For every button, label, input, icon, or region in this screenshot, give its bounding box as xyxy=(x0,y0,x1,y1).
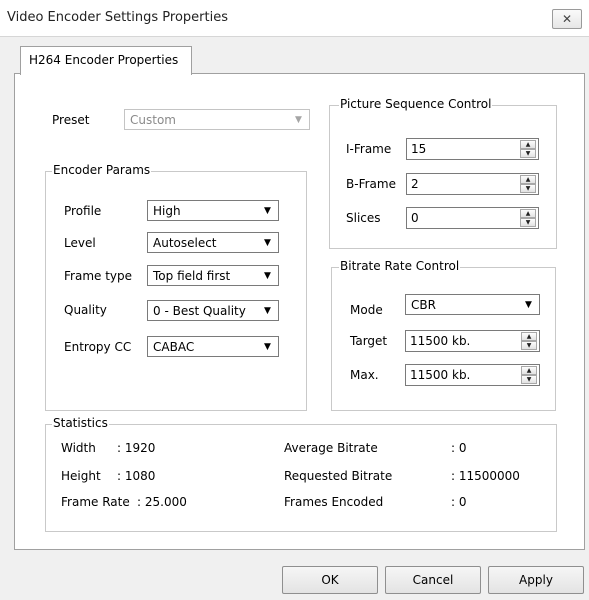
frames-encoded-label: Frames Encoded xyxy=(284,495,384,509)
level-value: Autoselect xyxy=(153,236,217,250)
spin-up-icon[interactable]: ▲ xyxy=(520,175,536,184)
spin-down-icon[interactable]: ▼ xyxy=(520,184,536,193)
spin-buttons[interactable]: ▲ ▼ xyxy=(520,175,536,193)
requested-bitrate-value: : 11500000 xyxy=(451,469,520,483)
frame-type-select[interactable]: Top field first ▼ xyxy=(147,265,279,286)
mode-label: Mode xyxy=(350,303,383,317)
spin-up-icon[interactable]: ▲ xyxy=(521,366,537,375)
chevron-down-icon: ▼ xyxy=(264,341,271,352)
preset-select: Custom ▼ xyxy=(124,109,310,130)
frame-type-label: Frame type xyxy=(64,269,133,283)
spin-up-icon[interactable]: ▲ xyxy=(520,140,536,149)
slices-value: 0 xyxy=(411,211,419,225)
quality-value: 0 - Best Quality xyxy=(153,304,246,318)
level-label: Level xyxy=(64,236,96,250)
spin-up-icon[interactable]: ▲ xyxy=(521,332,537,341)
mode-value: CBR xyxy=(411,298,436,312)
chevron-down-icon: ▼ xyxy=(264,270,271,281)
close-icon: ✕ xyxy=(561,12,573,26)
frame-rate-value: : 25.000 xyxy=(137,495,187,509)
tab-label: H264 Encoder Properties xyxy=(29,53,179,67)
slices-spinner[interactable]: 0 ▲ ▼ xyxy=(406,207,539,229)
height-label: Height xyxy=(61,469,101,483)
close-button[interactable]: ✕ xyxy=(552,9,582,29)
encoder-params-title: Encoder Params xyxy=(52,163,152,177)
profile-label: Profile xyxy=(64,204,102,218)
preset-value: Custom xyxy=(130,113,176,127)
spin-buttons[interactable]: ▲ ▼ xyxy=(521,366,537,384)
target-value: 11500 kb. xyxy=(410,334,471,348)
mode-select[interactable]: CBR ▼ xyxy=(405,294,540,315)
entropy-cc-value: CABAC xyxy=(153,340,195,354)
title-bar: Video Encoder Settings Properties ✕ xyxy=(0,0,589,37)
entropy-cc-select[interactable]: CABAC ▼ xyxy=(147,336,279,357)
picture-sequence-title: Picture Sequence Control xyxy=(339,97,493,111)
target-spinner[interactable]: 11500 kb. ▲ ▼ xyxy=(405,330,540,352)
preset-label: Preset xyxy=(52,113,90,127)
cancel-button[interactable]: Cancel xyxy=(385,566,481,594)
max-value: 11500 kb. xyxy=(410,368,471,382)
profile-value: High xyxy=(153,204,181,218)
b-frame-spinner[interactable]: 2 ▲ ▼ xyxy=(406,173,539,195)
statistics-title: Statistics xyxy=(52,416,109,430)
max-label: Max. xyxy=(350,368,379,382)
i-frame-label: I-Frame xyxy=(346,142,392,156)
frame-rate-label: Frame Rate xyxy=(61,495,130,509)
entropy-cc-label: Entropy CC xyxy=(64,340,132,354)
spin-buttons[interactable]: ▲ ▼ xyxy=(520,209,536,227)
b-frame-value: 2 xyxy=(411,177,419,191)
ok-button[interactable]: OK xyxy=(282,566,378,594)
tab-h264-encoder-properties[interactable]: H264 Encoder Properties xyxy=(20,46,192,75)
requested-bitrate-label: Requested Bitrate xyxy=(284,469,393,483)
chevron-down-icon: ▼ xyxy=(264,237,271,248)
quality-select[interactable]: 0 - Best Quality ▼ xyxy=(147,300,279,321)
chevron-down-icon: ▼ xyxy=(264,305,271,316)
spin-up-icon[interactable]: ▲ xyxy=(520,209,536,218)
frame-type-value: Top field first xyxy=(153,269,231,283)
apply-button[interactable]: Apply xyxy=(488,566,584,594)
width-value: : 1920 xyxy=(117,441,156,455)
spin-down-icon[interactable]: ▼ xyxy=(521,341,537,350)
spin-buttons[interactable]: ▲ ▼ xyxy=(521,332,537,350)
profile-select[interactable]: High ▼ xyxy=(147,200,279,221)
window-title: Video Encoder Settings Properties xyxy=(7,10,228,25)
i-frame-value: 15 xyxy=(411,142,427,156)
spin-down-icon[interactable]: ▼ xyxy=(520,218,536,227)
quality-label: Quality xyxy=(64,303,107,317)
chevron-down-icon: ▼ xyxy=(525,299,532,310)
width-label: Width xyxy=(61,441,96,455)
average-bitrate-value: : 0 xyxy=(451,441,467,455)
chevron-down-icon: ▼ xyxy=(264,205,271,216)
max-spinner[interactable]: 11500 kb. ▲ ▼ xyxy=(405,364,540,386)
average-bitrate-label: Average Bitrate xyxy=(284,441,378,455)
i-frame-spinner[interactable]: 15 ▲ ▼ xyxy=(406,138,539,160)
target-label: Target xyxy=(350,334,388,348)
spin-buttons[interactable]: ▲ ▼ xyxy=(520,140,536,158)
frames-encoded-value: : 0 xyxy=(451,495,467,509)
spin-down-icon[interactable]: ▼ xyxy=(521,375,537,384)
bitrate-control-title: Bitrate Rate Control xyxy=(339,259,461,273)
chevron-down-icon: ▼ xyxy=(295,114,302,125)
b-frame-label: B-Frame xyxy=(346,177,396,191)
slices-label: Slices xyxy=(346,211,381,225)
level-select[interactable]: Autoselect ▼ xyxy=(147,232,279,253)
spin-down-icon[interactable]: ▼ xyxy=(520,149,536,158)
height-value: : 1080 xyxy=(117,469,156,483)
